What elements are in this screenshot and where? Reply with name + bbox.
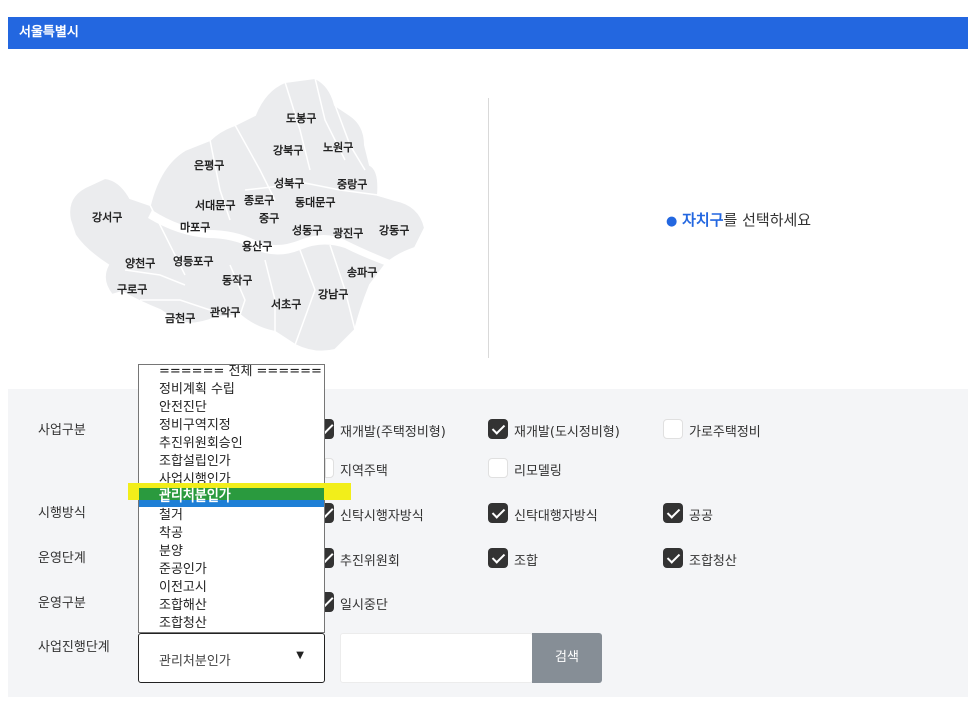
checkbox-unchecked-icon <box>488 458 508 478</box>
dropdown-option[interactable]: 조합설립인가 <box>139 453 324 471</box>
label-business-type: 사업구분 <box>38 423 86 438</box>
district-mapo[interactable]: 마포구 <box>180 219 210 235</box>
select-value: 관리처분인가 <box>159 654 231 669</box>
dropdown-option[interactable]: 조합청산 <box>139 615 324 632</box>
checkbox-unchecked-icon <box>325 458 334 478</box>
checkbox-label: 재개발(도시정비형) <box>514 425 620 440</box>
checkbox-label: 공공 <box>689 509 713 524</box>
checkbox-label: 리모델링 <box>514 464 562 479</box>
district-seodaemun[interactable]: 서대문구 <box>195 197 235 213</box>
district-jongno[interactable]: 종로구 <box>244 192 274 208</box>
checkbox-checked-icon <box>325 503 334 523</box>
district-geumcheon[interactable]: 금천구 <box>165 310 195 326</box>
dropdown-option[interactable]: 안전진단 <box>139 399 324 417</box>
district-gangseo[interactable]: 강서구 <box>92 209 122 225</box>
checkbox-label: 가로주택정비 <box>689 425 761 440</box>
district-dongdaemun[interactable]: 동대문구 <box>295 194 335 210</box>
label-execution-method: 시행방식 <box>38 506 86 521</box>
search-input[interactable] <box>340 633 533 683</box>
seoul-district-map[interactable]: 도봉구 강북구 노원구 은평구 성북구 중랑구 서대문구 종로구 동대문구 강서… <box>60 70 440 360</box>
dropdown-option[interactable]: 철거 <box>139 507 324 525</box>
hint-text: 를 선택하세요 <box>723 211 812 229</box>
checkbox-label: 일시중단 <box>340 598 388 613</box>
checkbox-label: 조합 <box>514 554 538 569</box>
label-progress-stage: 사업진행단계 <box>38 640 110 655</box>
checkbox-label: 신탁대행자방식 <box>514 509 598 524</box>
dropdown-option[interactable]: 조합해산 <box>139 597 324 615</box>
checkbox-checked-icon <box>325 419 334 439</box>
location-pin-icon: ● <box>666 214 678 229</box>
district-yongsan[interactable]: 용산구 <box>242 238 272 254</box>
dropdown-option[interactable]: 이전고시 <box>139 579 324 597</box>
district-dobong[interactable]: 도봉구 <box>286 110 316 126</box>
checkbox-checked-icon <box>663 503 683 523</box>
dropdown-option[interactable]: 정비계획 수립 <box>139 381 324 399</box>
checkbox-checked-icon <box>488 503 508 523</box>
select-district-hint: ● 자치구를 선택하세요 <box>666 209 811 230</box>
district-seongbuk[interactable]: 성북구 <box>274 175 304 191</box>
checkbox-label: 신탁시행자방식 <box>340 509 424 524</box>
district-guro[interactable]: 구로구 <box>117 281 147 297</box>
district-eunpyeong[interactable]: 은평구 <box>194 157 224 173</box>
district-gangdong[interactable]: 강동구 <box>379 222 409 238</box>
highlighted-option-label: 관리처분인가 <box>159 488 231 503</box>
label-operation-type: 운영구분 <box>38 596 86 611</box>
dropdown-option[interactable]: 준공인가 <box>139 561 324 579</box>
dropdown-option[interactable]: 분양 <box>139 543 324 561</box>
district-nowon[interactable]: 노원구 <box>323 139 353 155</box>
checkbox-label: 지역주택 <box>340 464 388 479</box>
page-title: 서울특별시 <box>8 17 968 49</box>
district-gwangjin[interactable]: 광진구 <box>333 225 363 241</box>
checkbox-checked-icon <box>325 592 334 612</box>
district-gwanak[interactable]: 관악구 <box>210 304 240 320</box>
checkbox-label: 조합청산 <box>689 554 737 569</box>
dropdown-option[interactable]: 추진위원회승인 <box>139 435 324 453</box>
checkbox-checked-icon <box>325 548 334 568</box>
district-yangcheon[interactable]: 양천구 <box>125 255 155 271</box>
checkbox-checked-icon <box>488 419 508 439</box>
dropdown-arrow-icon: ▼ <box>296 650 304 661</box>
hint-accent: 자치구 <box>682 211 724 229</box>
dropdown-option[interactable]: 착공 <box>139 525 324 543</box>
dropdown-option[interactable]: 정비구역지정 <box>139 417 324 435</box>
district-yeongdeungpo[interactable]: 영등포구 <box>173 253 213 269</box>
label-operation-stage: 운영단계 <box>38 551 86 566</box>
checkbox-checked-icon <box>663 548 683 568</box>
dropdown-option[interactable]: ====== 전체 ====== <box>139 365 324 381</box>
district-dongjak[interactable]: 동작구 <box>222 272 252 288</box>
search-button[interactable]: 검색 <box>532 633 602 683</box>
district-gangbuk[interactable]: 강북구 <box>273 142 303 158</box>
district-jungnang[interactable]: 중랑구 <box>337 176 367 192</box>
district-seocho[interactable]: 서초구 <box>271 296 301 312</box>
checkbox-label: 추진위원회 <box>340 554 400 569</box>
progress-stage-select[interactable]: 관리처분인가 ▼ <box>138 633 325 683</box>
district-jung[interactable]: 중구 <box>259 210 279 226</box>
checkbox-unchecked-icon <box>663 419 683 439</box>
checkbox-label: 재개발(주택정비형) <box>340 425 446 440</box>
district-gangnam[interactable]: 강남구 <box>318 286 348 302</box>
vertical-divider <box>488 98 489 358</box>
checkbox-checked-icon <box>488 548 508 568</box>
district-seongdong[interactable]: 성동구 <box>292 222 322 238</box>
district-songpa[interactable]: 송파구 <box>347 264 377 280</box>
